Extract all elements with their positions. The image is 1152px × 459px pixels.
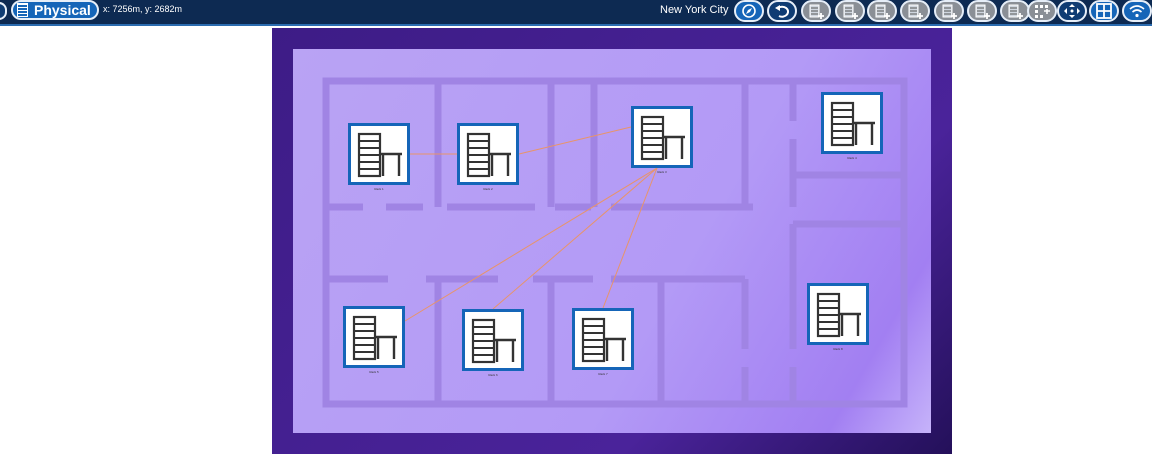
location-label: New York City xyxy=(660,4,729,16)
rack-icon xyxy=(640,115,685,161)
add-floor-device-button[interactable] xyxy=(900,0,930,22)
compass-icon xyxy=(742,4,756,18)
report-icon xyxy=(1008,4,1023,19)
device-rack-3[interactable] xyxy=(631,106,693,168)
device-label: Rack 5 xyxy=(369,370,379,374)
top-toolbar: Physical x: 7256m, y: 2682m New York Cit… xyxy=(0,0,1152,26)
pan-icon xyxy=(1064,4,1080,18)
device-rack-4[interactable] xyxy=(821,92,883,154)
floor-area: Rack 1 Rack 2 Rack 3 Rack 4 Rack 5 Rack 6 Rack… xyxy=(293,49,931,433)
rack-icon xyxy=(357,132,402,178)
add-panel-icon xyxy=(975,4,990,19)
rack-icon xyxy=(466,132,511,178)
device-rack-1[interactable] xyxy=(348,123,410,185)
link-rack-5-rack-3 xyxy=(404,167,658,322)
add-row-icon xyxy=(942,4,957,19)
device-label: Rack 1 xyxy=(374,187,384,191)
link-rack-7-rack-3 xyxy=(602,167,658,309)
rack-icon xyxy=(816,292,861,338)
rack-icon xyxy=(471,318,516,364)
device-label: Rack 6 xyxy=(488,373,498,377)
select-grid-icon xyxy=(1035,5,1050,18)
device-rack-6[interactable] xyxy=(462,309,524,371)
add-rack-icon xyxy=(843,4,858,19)
coordinate-readout: x: 7256m, y: 2682m xyxy=(103,4,183,14)
menu-button[interactable] xyxy=(0,2,7,20)
building-button[interactable] xyxy=(801,0,831,22)
layout-icon xyxy=(1096,3,1112,19)
add-floor-device-icon xyxy=(908,4,923,19)
device-rack-8[interactable] xyxy=(807,283,869,345)
wifi-button[interactable] xyxy=(1122,0,1152,22)
device-rack-7[interactable] xyxy=(572,308,634,370)
rack-icon xyxy=(830,101,875,147)
add-device-icon xyxy=(875,4,890,19)
rack-icon xyxy=(581,317,626,363)
floorplan-canvas[interactable]: Rack 1 Rack 2 Rack 3 Rack 4 Rack 5 Rack 6 Rack… xyxy=(272,28,952,454)
link-rack-2-rack-3 xyxy=(518,126,632,155)
add-row-button[interactable] xyxy=(934,0,964,22)
view-label: Physical xyxy=(34,2,91,18)
add-panel-button[interactable] xyxy=(967,0,997,22)
add-device-button[interactable] xyxy=(867,0,897,22)
building-icon xyxy=(809,4,824,19)
device-label: Rack 7 xyxy=(598,372,608,376)
device-label: Rack 2 xyxy=(483,187,493,191)
link-rack-6-rack-3 xyxy=(492,167,658,310)
layout-button[interactable] xyxy=(1089,0,1119,22)
view-selector[interactable]: Physical xyxy=(11,0,99,20)
report-button[interactable] xyxy=(1000,0,1030,22)
select-grid-button[interactable] xyxy=(1027,0,1057,22)
pan-button[interactable] xyxy=(1057,0,1087,22)
device-label: Rack 8 xyxy=(833,347,843,351)
device-label: Rack 3 xyxy=(657,170,667,174)
add-rack-button[interactable] xyxy=(835,0,865,22)
rack-icon xyxy=(352,315,397,361)
device-label: Rack 4 xyxy=(847,156,857,160)
device-rack-2[interactable] xyxy=(457,123,519,185)
rack-icon xyxy=(17,3,28,17)
undo-icon xyxy=(775,5,790,18)
device-rack-5[interactable] xyxy=(343,306,405,368)
wifi-icon xyxy=(1129,5,1145,18)
compass-button[interactable] xyxy=(734,0,764,22)
undo-button[interactable] xyxy=(767,0,797,22)
